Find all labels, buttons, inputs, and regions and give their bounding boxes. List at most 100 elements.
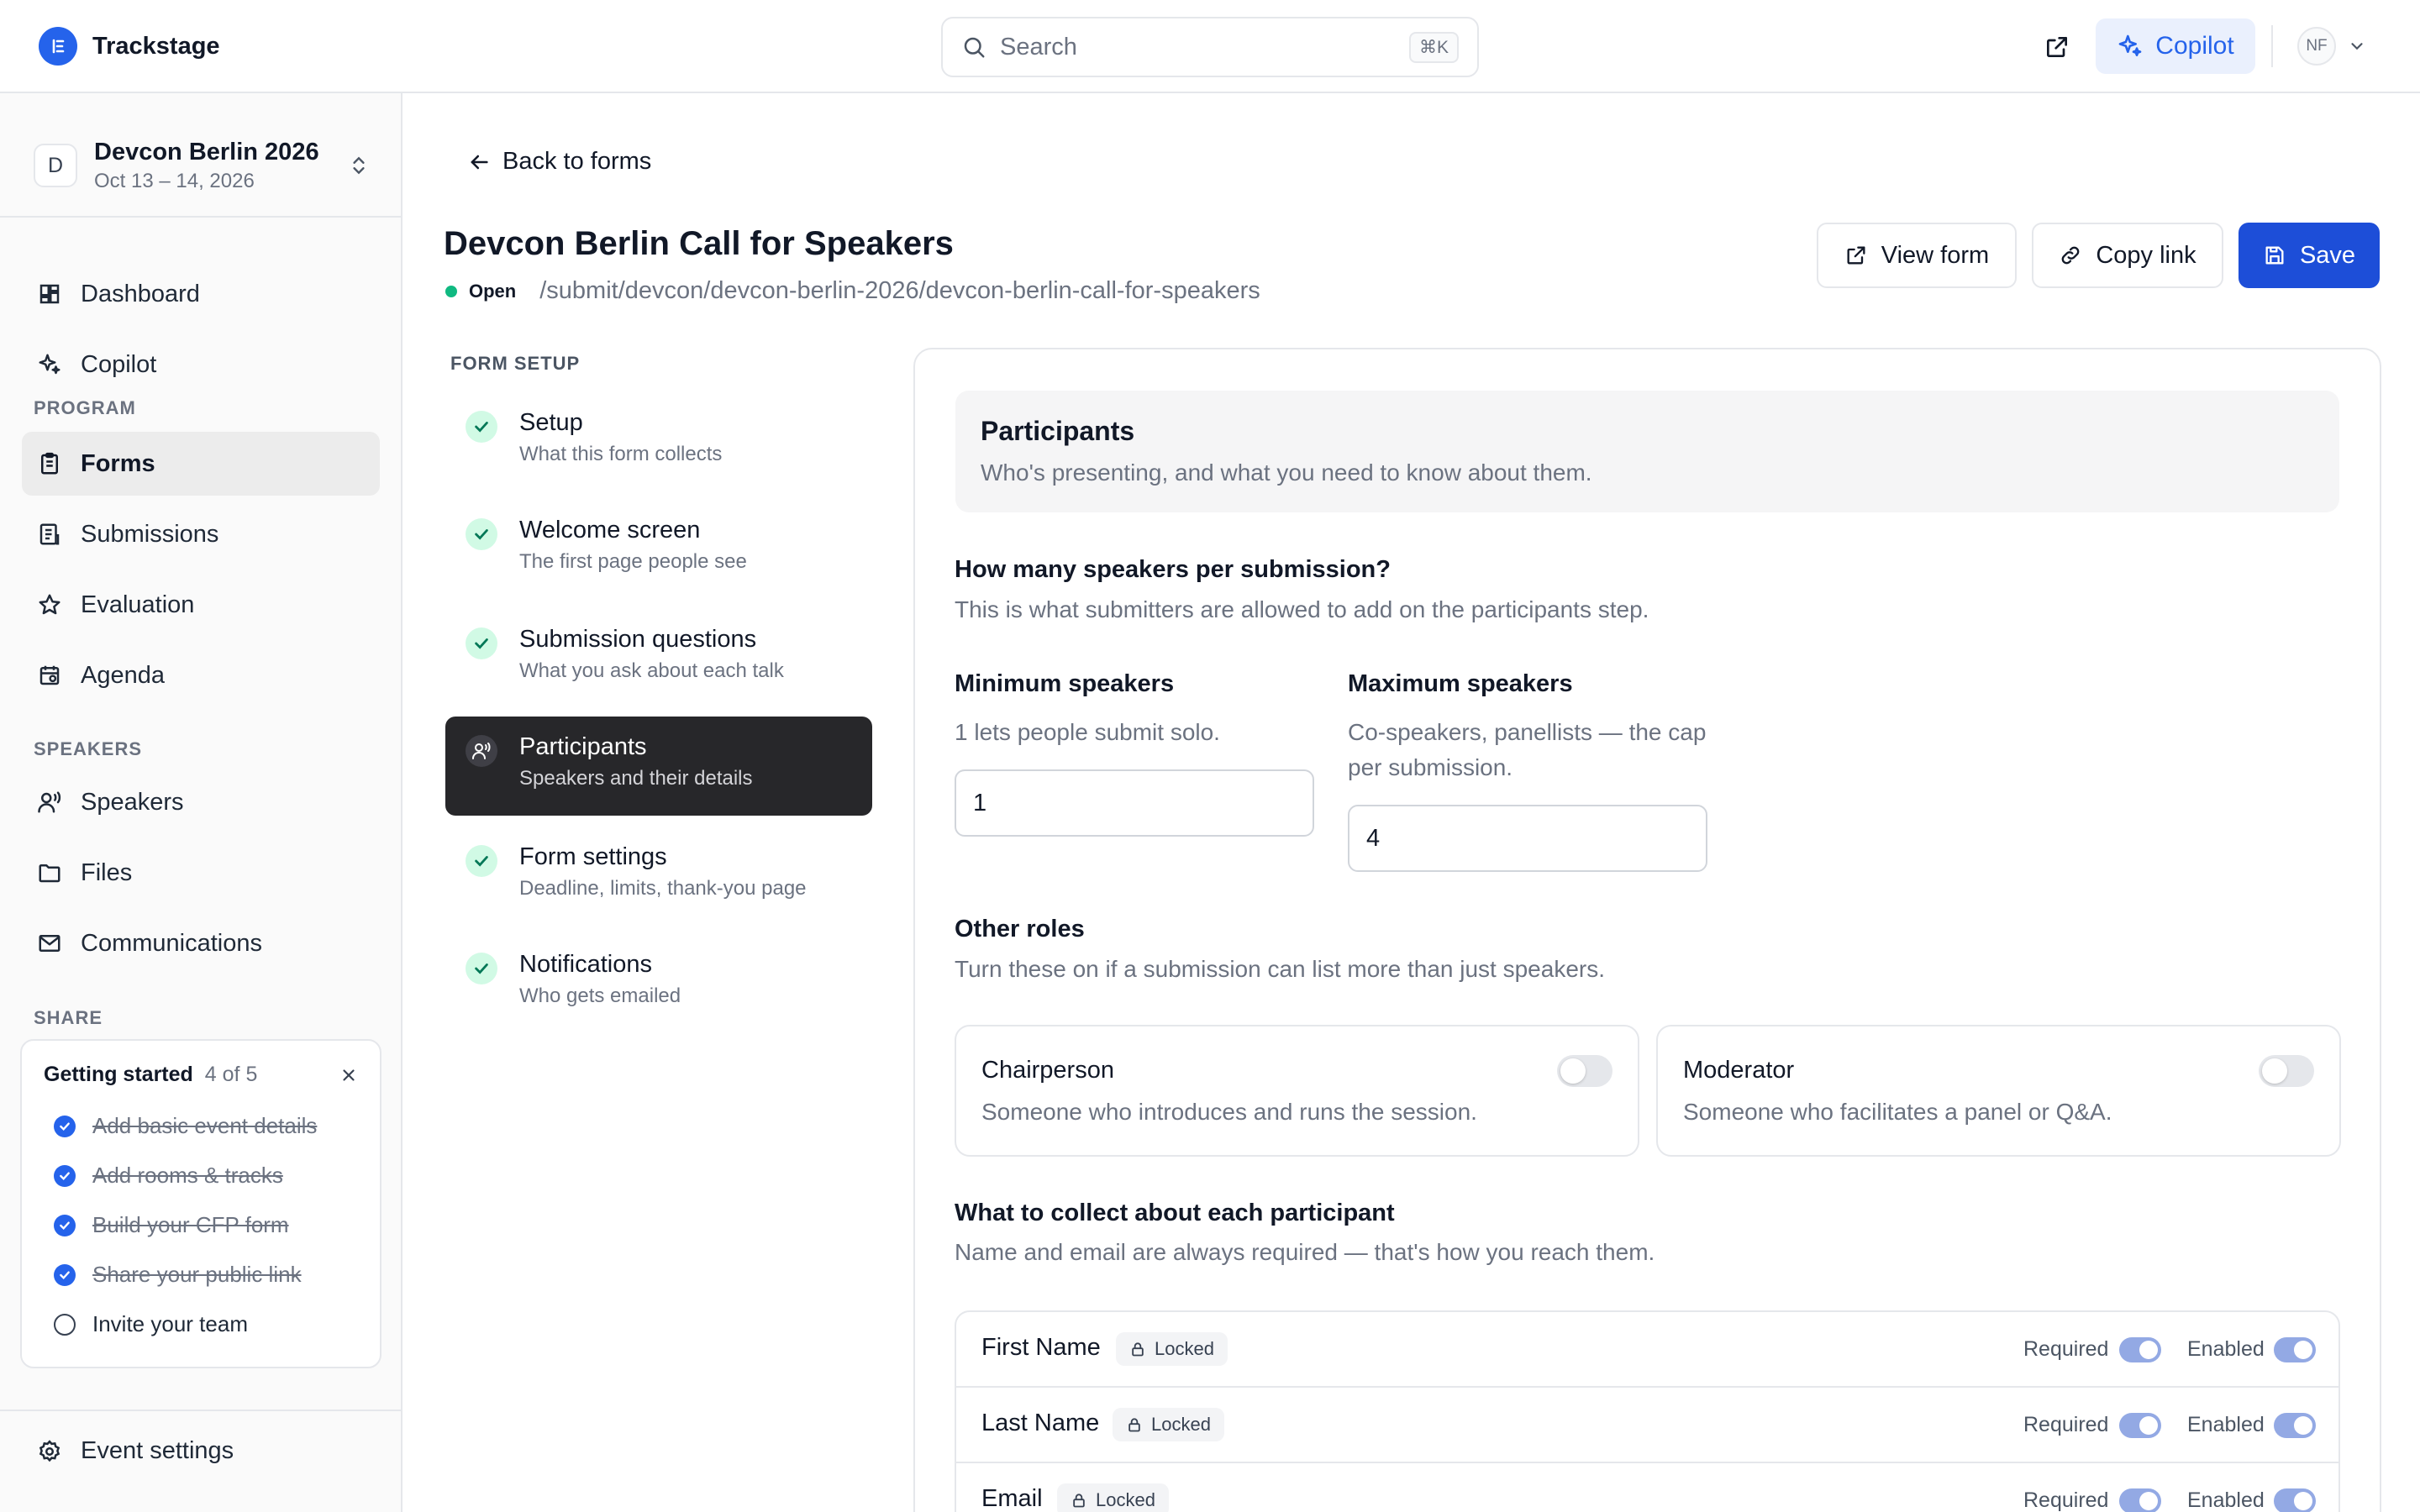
- nav-item-label: Dashboard: [81, 280, 200, 307]
- copilot-button[interactable]: Copilot: [2096, 18, 2255, 74]
- checklist-label: Build your CFP form: [92, 1212, 289, 1237]
- event-switcher[interactable]: D Devcon Berlin 2026 Oct 13 – 14, 2026: [34, 129, 370, 202]
- checklist-label: Invite your team: [92, 1311, 248, 1336]
- nav-item-files[interactable]: Files: [22, 841, 380, 905]
- section-label-program: PROGRAM: [34, 397, 136, 418]
- save-icon: [2265, 246, 2284, 265]
- star-icon: [39, 594, 60, 615]
- role-title: Chairperson: [981, 1057, 1114, 1084]
- nav-item-communications[interactable]: Communications: [22, 911, 380, 975]
- nav-item-speakers[interactable]: Speakers: [22, 770, 380, 834]
- user-menu-button[interactable]: NF: [2297, 27, 2366, 66]
- event-dates: Oct 13 – 14, 2026: [94, 169, 255, 192]
- required-toggle[interactable]: [2119, 1337, 2161, 1362]
- event-name: Devcon Berlin 2026: [94, 138, 319, 165]
- nav-item-dashboard[interactable]: Dashboard: [22, 262, 380, 326]
- form-path: /submit/devcon/devcon-berlin-2026/devcon…: [539, 277, 1260, 304]
- checklist-label: Share your public link: [92, 1262, 302, 1287]
- required-toggle[interactable]: [2119, 1488, 2161, 1512]
- divider: [2271, 25, 2273, 67]
- nav-item-evaluation[interactable]: Evaluation: [22, 573, 380, 637]
- enabled-toggle[interactable]: [2274, 1413, 2316, 1438]
- panel-header: Participants Who's presenting, and what …: [955, 391, 2339, 512]
- enabled-label: Enabled: [2187, 1337, 2265, 1361]
- role-card-moderator: Moderator Someone who facilitates a pane…: [1656, 1025, 2341, 1157]
- external-link-icon: [1847, 246, 1865, 265]
- min-speakers-input[interactable]: 1: [955, 769, 1314, 837]
- nav-item-submissions[interactable]: Submissions: [22, 502, 380, 566]
- step-title: Setup: [519, 409, 583, 436]
- step-subtitle: Speakers and their details: [519, 767, 753, 790]
- avatar: NF: [2297, 27, 2336, 66]
- required-label: Required: [2023, 1413, 2109, 1436]
- view-form-label: View form: [1881, 241, 1990, 269]
- external-link-icon: [2047, 37, 2067, 57]
- link-icon: [2062, 246, 2080, 265]
- role-card-chairperson: Chairperson Someone who introduces and r…: [955, 1025, 1639, 1157]
- close-button[interactable]: [339, 1066, 358, 1084]
- search-input[interactable]: Search ⌘K: [941, 17, 1479, 77]
- checklist-item[interactable]: Add basic event details: [54, 1113, 317, 1139]
- check-icon: [466, 518, 497, 550]
- locked-badge: Locked: [1116, 1332, 1228, 1366]
- step-title: Notifications: [519, 951, 652, 978]
- save-label: Save: [2299, 241, 2356, 269]
- max-speakers-input[interactable]: 4: [1348, 805, 1707, 872]
- required-label: Required: [2023, 1337, 2109, 1361]
- checklist-item[interactable]: Invite your team: [54, 1311, 248, 1337]
- check-circle-icon: [54, 1263, 76, 1286]
- nav-item-label: Speakers: [81, 788, 184, 816]
- copy-link-button[interactable]: Copy link: [2032, 223, 2223, 288]
- step-submission-questions[interactable]: Submission questions What you ask about …: [445, 609, 872, 708]
- check-icon: [466, 953, 497, 984]
- open-external-button[interactable]: [2040, 30, 2074, 64]
- check-circle-icon: [54, 1214, 76, 1236]
- nav-item-forms[interactable]: Forms: [22, 432, 380, 496]
- mail-icon: [39, 935, 60, 952]
- search-shortcut: ⌘K: [1408, 31, 1459, 63]
- brand[interactable]: Trackstage: [39, 27, 220, 66]
- status-dot-icon: [445, 285, 457, 297]
- folder-icon: [39, 864, 60, 883]
- nav-item-agenda[interactable]: Agenda: [22, 643, 380, 707]
- enabled-toggle[interactable]: [2274, 1488, 2316, 1512]
- step-welcome-screen[interactable]: Welcome screen The first page people see: [445, 500, 872, 599]
- step-subtitle: What you ask about each talk: [519, 659, 784, 682]
- badge-label: Locked: [1155, 1338, 1214, 1359]
- check-icon: [466, 845, 497, 877]
- event-settings-link[interactable]: Event settings: [37, 1437, 234, 1465]
- step-participants[interactable]: Participants Speakers and their details: [445, 717, 872, 816]
- checklist-item[interactable]: Share your public link: [54, 1262, 302, 1288]
- step-title: Submission questions: [519, 626, 757, 653]
- save-button[interactable]: Save: [2238, 223, 2380, 288]
- check-circle-icon: [54, 1115, 76, 1137]
- locked-badge: Locked: [1057, 1483, 1169, 1512]
- checklist-item[interactable]: Build your CFP form: [54, 1212, 289, 1238]
- nav-item-copilot[interactable]: Copilot: [22, 333, 380, 396]
- check-icon: [466, 627, 497, 659]
- clipboard-icon: [41, 452, 58, 475]
- step-notifications[interactable]: Notifications Who gets emailed: [445, 934, 872, 1033]
- steps-heading: FORM SETUP: [450, 353, 581, 374]
- speaker-user-icon: [466, 735, 497, 767]
- getting-started-card: Getting started 4 of 5 Add basic event d…: [20, 1039, 381, 1368]
- section-label-speakers: SPEAKERS: [34, 738, 143, 759]
- required-label: Required: [2023, 1488, 2109, 1512]
- enabled-toggle[interactable]: [2274, 1337, 2316, 1362]
- checklist-item[interactable]: Add rooms & tracks: [54, 1163, 283, 1189]
- getting-started-title: Getting started: [44, 1063, 193, 1086]
- check-icon: [466, 411, 497, 443]
- back-label: Back to forms: [502, 148, 652, 175]
- back-to-forms-link[interactable]: Back to forms: [467, 148, 651, 176]
- close-icon: [343, 1069, 355, 1081]
- moderator-toggle[interactable]: [2259, 1055, 2314, 1087]
- step-form-settings[interactable]: Form settings Deadline, limits, thank-yo…: [445, 827, 872, 926]
- chairperson-toggle[interactable]: [1557, 1055, 1612, 1087]
- nav-item-label: Evaluation: [81, 591, 195, 618]
- divider: [0, 216, 401, 218]
- getting-started-count: 4 of 5: [204, 1063, 258, 1086]
- required-toggle[interactable]: [2119, 1413, 2161, 1438]
- view-form-button[interactable]: View form: [1817, 223, 2017, 288]
- step-setup[interactable]: Setup What this form collects: [445, 392, 872, 491]
- participant-fields-table: First Name Locked Required Enabled Last …: [955, 1310, 2340, 1512]
